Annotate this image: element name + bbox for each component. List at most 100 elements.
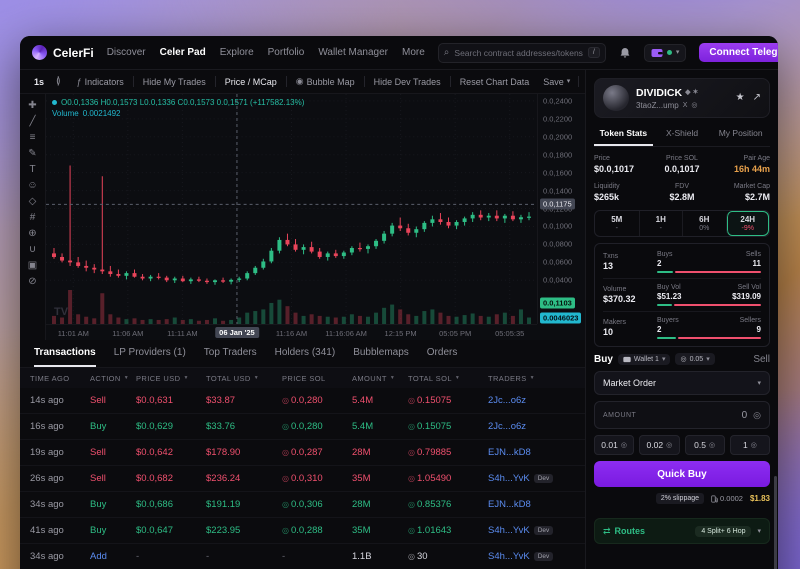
tab-my-position[interactable]: My Position xyxy=(711,124,770,146)
column-header-total-sol[interactable]: TOTAL SOL ▼ xyxy=(408,374,488,383)
wallet-selector[interactable]: ▾ xyxy=(643,43,687,62)
delete-tool-icon[interactable]: ⊘ xyxy=(28,276,36,287)
trader-link[interactable]: S4h...YvK xyxy=(488,473,530,484)
cell-trader[interactable]: 2Jc...o6z xyxy=(488,395,575,406)
toolbar-button-indicators[interactable]: ƒ Indicators xyxy=(71,75,130,89)
cell-trader[interactable]: S4h...YvK Dev xyxy=(488,525,575,536)
brand[interactable]: CelerFi xyxy=(32,45,94,60)
column-header-amount[interactable]: AMOUNT ▼ xyxy=(352,374,408,383)
filter-icon[interactable]: ▼ xyxy=(254,375,259,381)
price-axis[interactable]: 0.0,2400 0.0,2200 0.0,2000 0.0,1800 0.0,1600… xyxy=(537,94,585,324)
timeframe-button[interactable]: 1s xyxy=(28,75,50,89)
magnet-tool-icon[interactable]: ∪ xyxy=(29,244,36,255)
timeframe-24h[interactable]: 24H -9% xyxy=(725,211,769,236)
column-header-price-sol[interactable]: PRICE SOL xyxy=(282,374,352,383)
nav-item-celer-pad[interactable]: Celer Pad xyxy=(160,47,206,58)
brush-tool-icon[interactable]: ✎ xyxy=(28,148,36,159)
notifications-bell-icon[interactable] xyxy=(619,47,631,59)
cell-trader[interactable]: EJN...kD8 xyxy=(488,499,575,510)
save-layout-button[interactable]: Save ▾ xyxy=(537,75,576,89)
quick-buy-button[interactable]: Quick Buy xyxy=(594,461,770,487)
buy-tab[interactable]: Buy xyxy=(594,354,613,365)
cell-trader[interactable]: 2Jc...o6z xyxy=(488,421,575,432)
timeframe-6h[interactable]: 6H 0% xyxy=(682,211,726,236)
website-icon[interactable]: ◎ xyxy=(691,102,697,109)
routes-panel[interactable]: ⇄ Routes 4 Split+ 6 Hop ▾ xyxy=(594,518,770,544)
price-chart[interactable] xyxy=(46,94,537,324)
shapes-tool-icon[interactable]: ◇ xyxy=(29,196,37,207)
amount-input[interactable]: AMOUNT 0 ◎ xyxy=(594,401,770,429)
fib-tool-icon[interactable]: ≡ xyxy=(30,132,36,143)
tab-transactions[interactable]: Transactions xyxy=(34,340,96,367)
toolbar-button-hide-dev-trades[interactable]: Hide Dev Trades xyxy=(368,75,447,89)
column-header-total-usd[interactable]: TOTAL USD ▼ xyxy=(206,374,282,383)
preset-amount-button[interactable]: 0.02 ◎ xyxy=(639,435,680,455)
toolbar-button-price-mcap[interactable]: Price / MCap xyxy=(219,75,283,89)
measure-tool-icon[interactable]: # xyxy=(30,212,36,223)
transaction-row[interactable]: 14s ago Sell $0.0,631 $33.87 ◎ 0.0,280 5.4M ◎ 0.… xyxy=(20,388,585,414)
tab-token-stats[interactable]: Token Stats xyxy=(594,124,653,146)
tab-top-traders[interactable]: Top Traders xyxy=(204,340,257,367)
column-header-traders[interactable]: TRADERS ▼ xyxy=(488,374,575,383)
search-input[interactable]: ⌕ Search contract addresses/tokens / xyxy=(437,42,606,63)
filter-icon[interactable]: ▼ xyxy=(390,375,395,381)
filter-icon[interactable]: ▼ xyxy=(455,375,460,381)
tab-x-shield[interactable]: X-Shield xyxy=(653,124,712,146)
connect-telegram-button[interactable]: Connect Telegram xyxy=(699,43,778,62)
wallet-dropdown[interactable]: Wallet 1 ▾ xyxy=(617,353,671,365)
cell-trader[interactable]: S4h...YvK Dev xyxy=(488,473,575,484)
token-address[interactable]: 3taoZ...ump xyxy=(636,101,679,110)
filter-icon[interactable]: ▼ xyxy=(183,375,188,381)
trader-link[interactable]: 2Jc...o6z xyxy=(488,395,526,406)
cell-trader[interactable]: EJN...kD8 xyxy=(488,447,575,458)
trader-link[interactable]: EJN...kD8 xyxy=(488,499,531,510)
transaction-row[interactable]: 34s ago Add - - - 1.1B ◎ 30 S4h...YvK Dev xyxy=(20,544,585,569)
timeframe-5m[interactable]: 5M - xyxy=(595,211,639,236)
nav-item-more[interactable]: More xyxy=(402,47,425,58)
preset-amount-button[interactable]: 0.5 ◎ xyxy=(684,435,725,455)
cursor-tool-icon[interactable]: ✚ xyxy=(28,100,36,111)
x-social-icon[interactable]: X xyxy=(683,102,688,109)
zoom-tool-icon[interactable]: ⊕ xyxy=(28,228,36,239)
toolbar-button-reset-chart-data[interactable]: Reset Chart Data xyxy=(454,75,536,89)
filter-icon[interactable]: ▼ xyxy=(124,375,129,381)
transaction-row[interactable]: 26s ago Sell $0.0,682 $236.24 ◎ 0.0,310 35M ◎ 1.… xyxy=(20,466,585,492)
filter-icon[interactable]: ▼ xyxy=(530,375,535,381)
nav-item-discover[interactable]: Discover xyxy=(107,47,146,58)
cell-trader[interactable]: S4h...YvK Dev xyxy=(488,551,575,562)
toolbar-button-bubble-map[interactable]: ◉ Bubble Map xyxy=(290,74,361,89)
trendline-tool-icon[interactable]: ╱ xyxy=(29,116,35,127)
trader-link[interactable]: S4h...YvK xyxy=(488,551,530,562)
order-type-select[interactable]: Market Order ▾ xyxy=(594,371,770,395)
window-scrollbar[interactable] xyxy=(774,476,777,569)
nav-item-wallet-manager[interactable]: Wallet Manager xyxy=(318,47,388,58)
quick-amount-dropdown[interactable]: ◎ 0.05 ▾ xyxy=(675,353,715,365)
nav-item-explore[interactable]: Explore xyxy=(220,47,254,58)
trader-link[interactable]: 2Jc...o6z xyxy=(488,421,526,432)
trader-link[interactable]: S4h...YvK xyxy=(488,525,530,536)
column-header-time-ago[interactable]: TIME AGO xyxy=(30,374,90,383)
transaction-row[interactable]: 41s ago Buy $0.0,647 $223.95 ◎ 0.0,288 35M ◎ 1.0… xyxy=(20,518,585,544)
transaction-row[interactable]: 34s ago Buy $0.0,686 $191.19 ◎ 0.0,306 28M ◎ 0.8… xyxy=(20,492,585,518)
tab-lp-providers-1[interactable]: LP Providers (1) xyxy=(114,340,186,367)
text-tool-icon[interactable]: T xyxy=(29,164,35,175)
emoji-tool-icon[interactable]: ☺ xyxy=(27,180,37,191)
lock-tool-icon[interactable]: ▣ xyxy=(28,260,37,271)
transaction-row[interactable]: 19s ago Sell $0.0,642 $178.90 ◎ 0.0,287 28M ◎ 0.… xyxy=(20,440,585,466)
timeframe-1h[interactable]: 1H - xyxy=(638,211,683,236)
candle-style-icon[interactable]: ≬ xyxy=(52,75,65,89)
column-header-price-usd[interactable]: PRICE USD ▼ xyxy=(136,374,206,383)
slippage-badge[interactable]: 2% slippage xyxy=(655,493,705,504)
share-link-icon[interactable]: ↗ xyxy=(753,93,761,103)
preset-amount-button[interactable]: 0.01 ◎ xyxy=(594,435,635,455)
favorite-star-icon[interactable]: ★ xyxy=(736,93,745,103)
preset-amount-button[interactable]: 1 ◎ xyxy=(729,435,770,455)
tab-bubblemaps[interactable]: Bubblemaps xyxy=(353,340,409,367)
tab-holders-341[interactable]: Holders (341) xyxy=(275,340,336,367)
toolbar-button-hide-my-trades[interactable]: Hide My Trades xyxy=(137,75,212,89)
transaction-row[interactable]: 16s ago Buy $0.0,629 $33.76 ◎ 0.0,280 5.4M ◎ 0.1… xyxy=(20,414,585,440)
trader-link[interactable]: EJN...kD8 xyxy=(488,447,531,458)
sell-tab[interactable]: Sell xyxy=(753,354,770,365)
column-header-action[interactable]: ACTION ▼ xyxy=(90,374,136,383)
nav-item-portfolio[interactable]: Portfolio xyxy=(268,47,305,58)
